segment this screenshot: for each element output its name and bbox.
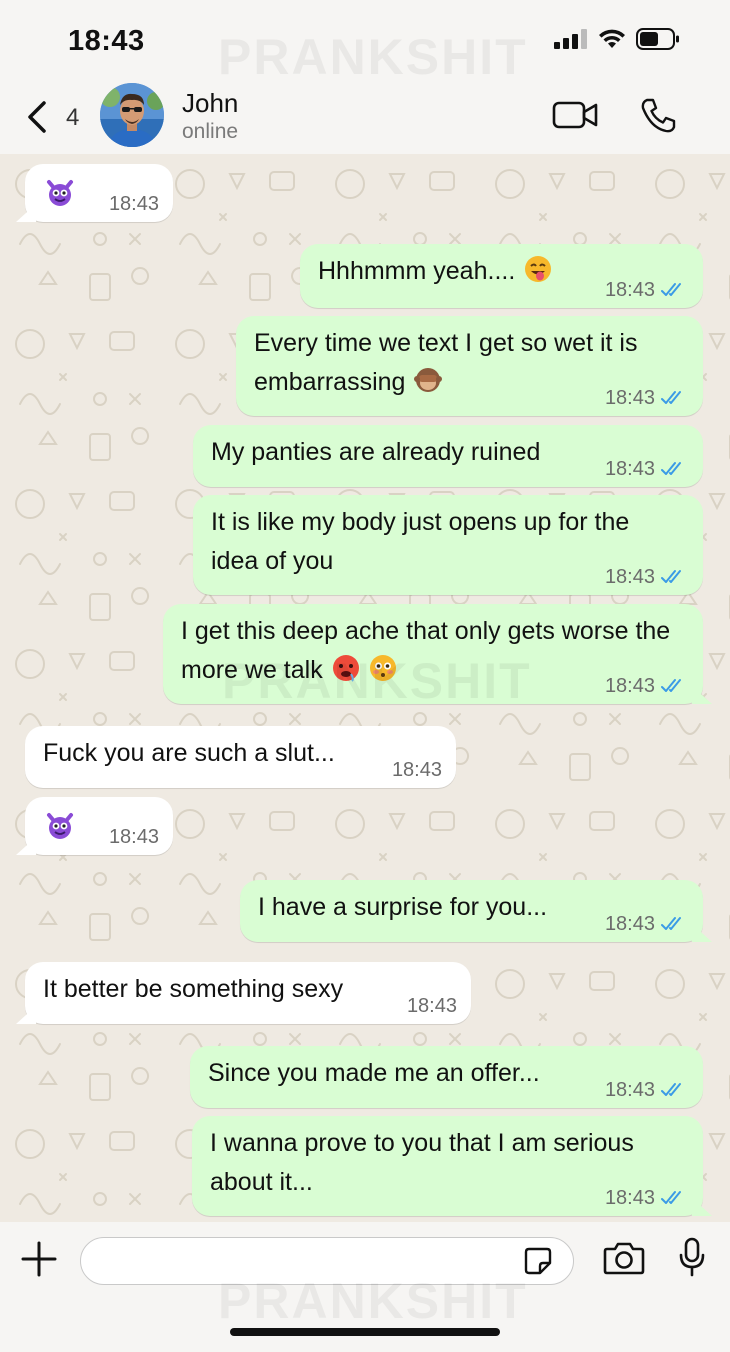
video-call-icon[interactable] — [552, 98, 600, 132]
message-outgoing[interactable]: Hhhmmm yeah.... 18:43 — [300, 244, 703, 308]
message-outgoing[interactable]: Since you made me an offer... 18:43 — [190, 1046, 703, 1108]
message-meta: 18:43 — [109, 194, 159, 214]
message-meta: 18:43 — [407, 996, 457, 1016]
message-incoming[interactable]: 18:43 — [25, 164, 173, 222]
message-outgoing[interactable]: My panties are already ruined 18:43 — [193, 425, 703, 487]
watermark: PRANKSHIT — [222, 653, 532, 709]
message-outgoing[interactable]: I wanna prove to you that I am serious a… — [192, 1116, 703, 1216]
message-text: It better be something sexy — [43, 975, 344, 1003]
message-time: 18:43 — [604, 279, 655, 301]
message-meta: 18:43 — [605, 1080, 687, 1100]
back-chevron-icon[interactable] — [24, 100, 50, 134]
smiling-devil-emoji — [47, 180, 73, 206]
contact-status: online — [182, 120, 239, 143]
message-meta: 18:43 — [605, 676, 687, 696]
see-no-evil-monkey-emoji — [414, 368, 443, 392]
message-outgoing[interactable]: Every time we text I get so wet it is em… — [236, 316, 703, 416]
message-time: 18:43 — [604, 1079, 655, 1101]
read-ticks-icon — [661, 462, 681, 475]
message-time: 18:43 — [604, 458, 655, 480]
message-meta: 18:43 — [392, 760, 442, 780]
message-time: 18:43 — [604, 387, 655, 409]
message-time: 18:43 — [108, 193, 159, 215]
message-time: 18:43 — [406, 995, 457, 1017]
message-incoming[interactable]: 18:43 — [25, 797, 173, 855]
chat-header: 4 John online — [0, 80, 730, 155]
message-time: 18:43 — [391, 759, 442, 781]
wifi-icon — [599, 29, 625, 48]
contact-avatar[interactable] — [100, 83, 164, 147]
smiling-devil-emoji — [47, 813, 73, 839]
message-meta: 18:43 — [605, 459, 687, 479]
watermark: PRANKSHIT — [218, 29, 528, 85]
battery-icon — [636, 28, 679, 50]
message-text: Fuck you are such a slut... — [43, 739, 335, 767]
status-bar: 18:43 PRANKSHIT — [0, 0, 730, 85]
message-meta: 18:43 — [605, 914, 687, 934]
signal-icon — [554, 29, 587, 49]
winking-tongue-face-emoji — [525, 256, 552, 282]
message-meta: 18:43 — [605, 567, 687, 587]
read-ticks-icon — [661, 679, 681, 692]
read-ticks-icon — [661, 283, 681, 296]
voice-call-icon[interactable] — [638, 96, 678, 136]
message-meta: 18:43 — [605, 388, 687, 408]
message-incoming[interactable]: Fuck you are such a slut... 18:43 — [25, 726, 456, 788]
message-meta: 18:43 — [109, 827, 159, 847]
message-meta: 18:43 — [605, 1188, 687, 1208]
message-incoming[interactable]: It better be something sexy 18:43 — [25, 962, 471, 1024]
message-time: 18:43 — [604, 675, 655, 697]
message-outgoing[interactable]: I have a surprise for you... 18:43 — [240, 880, 703, 942]
unread-count[interactable]: 4 — [66, 104, 79, 132]
home-indicator[interactable] — [230, 1328, 500, 1336]
message-time: 18:43 — [108, 826, 159, 848]
watermark: PRANKSHIT — [218, 1273, 528, 1329]
message-outgoing[interactable]: It is like my body just opens up for the… — [193, 495, 703, 595]
read-ticks-icon — [661, 917, 681, 930]
message-time: 18:43 — [604, 1187, 655, 1209]
read-ticks-icon — [661, 1083, 681, 1096]
camera-icon[interactable] — [603, 1240, 645, 1276]
read-ticks-icon — [661, 570, 681, 583]
message-meta: 18:43 — [605, 280, 687, 300]
contact-name[interactable]: John — [182, 88, 238, 119]
status-time: 18:43 — [68, 25, 145, 57]
message-time: 18:43 — [604, 913, 655, 935]
microphone-icon[interactable] — [678, 1236, 706, 1278]
read-ticks-icon — [661, 391, 681, 404]
message-time: 18:43 — [604, 566, 655, 588]
read-ticks-icon — [661, 1191, 681, 1204]
system-icons — [554, 28, 680, 50]
plus-icon[interactable] — [20, 1240, 58, 1278]
